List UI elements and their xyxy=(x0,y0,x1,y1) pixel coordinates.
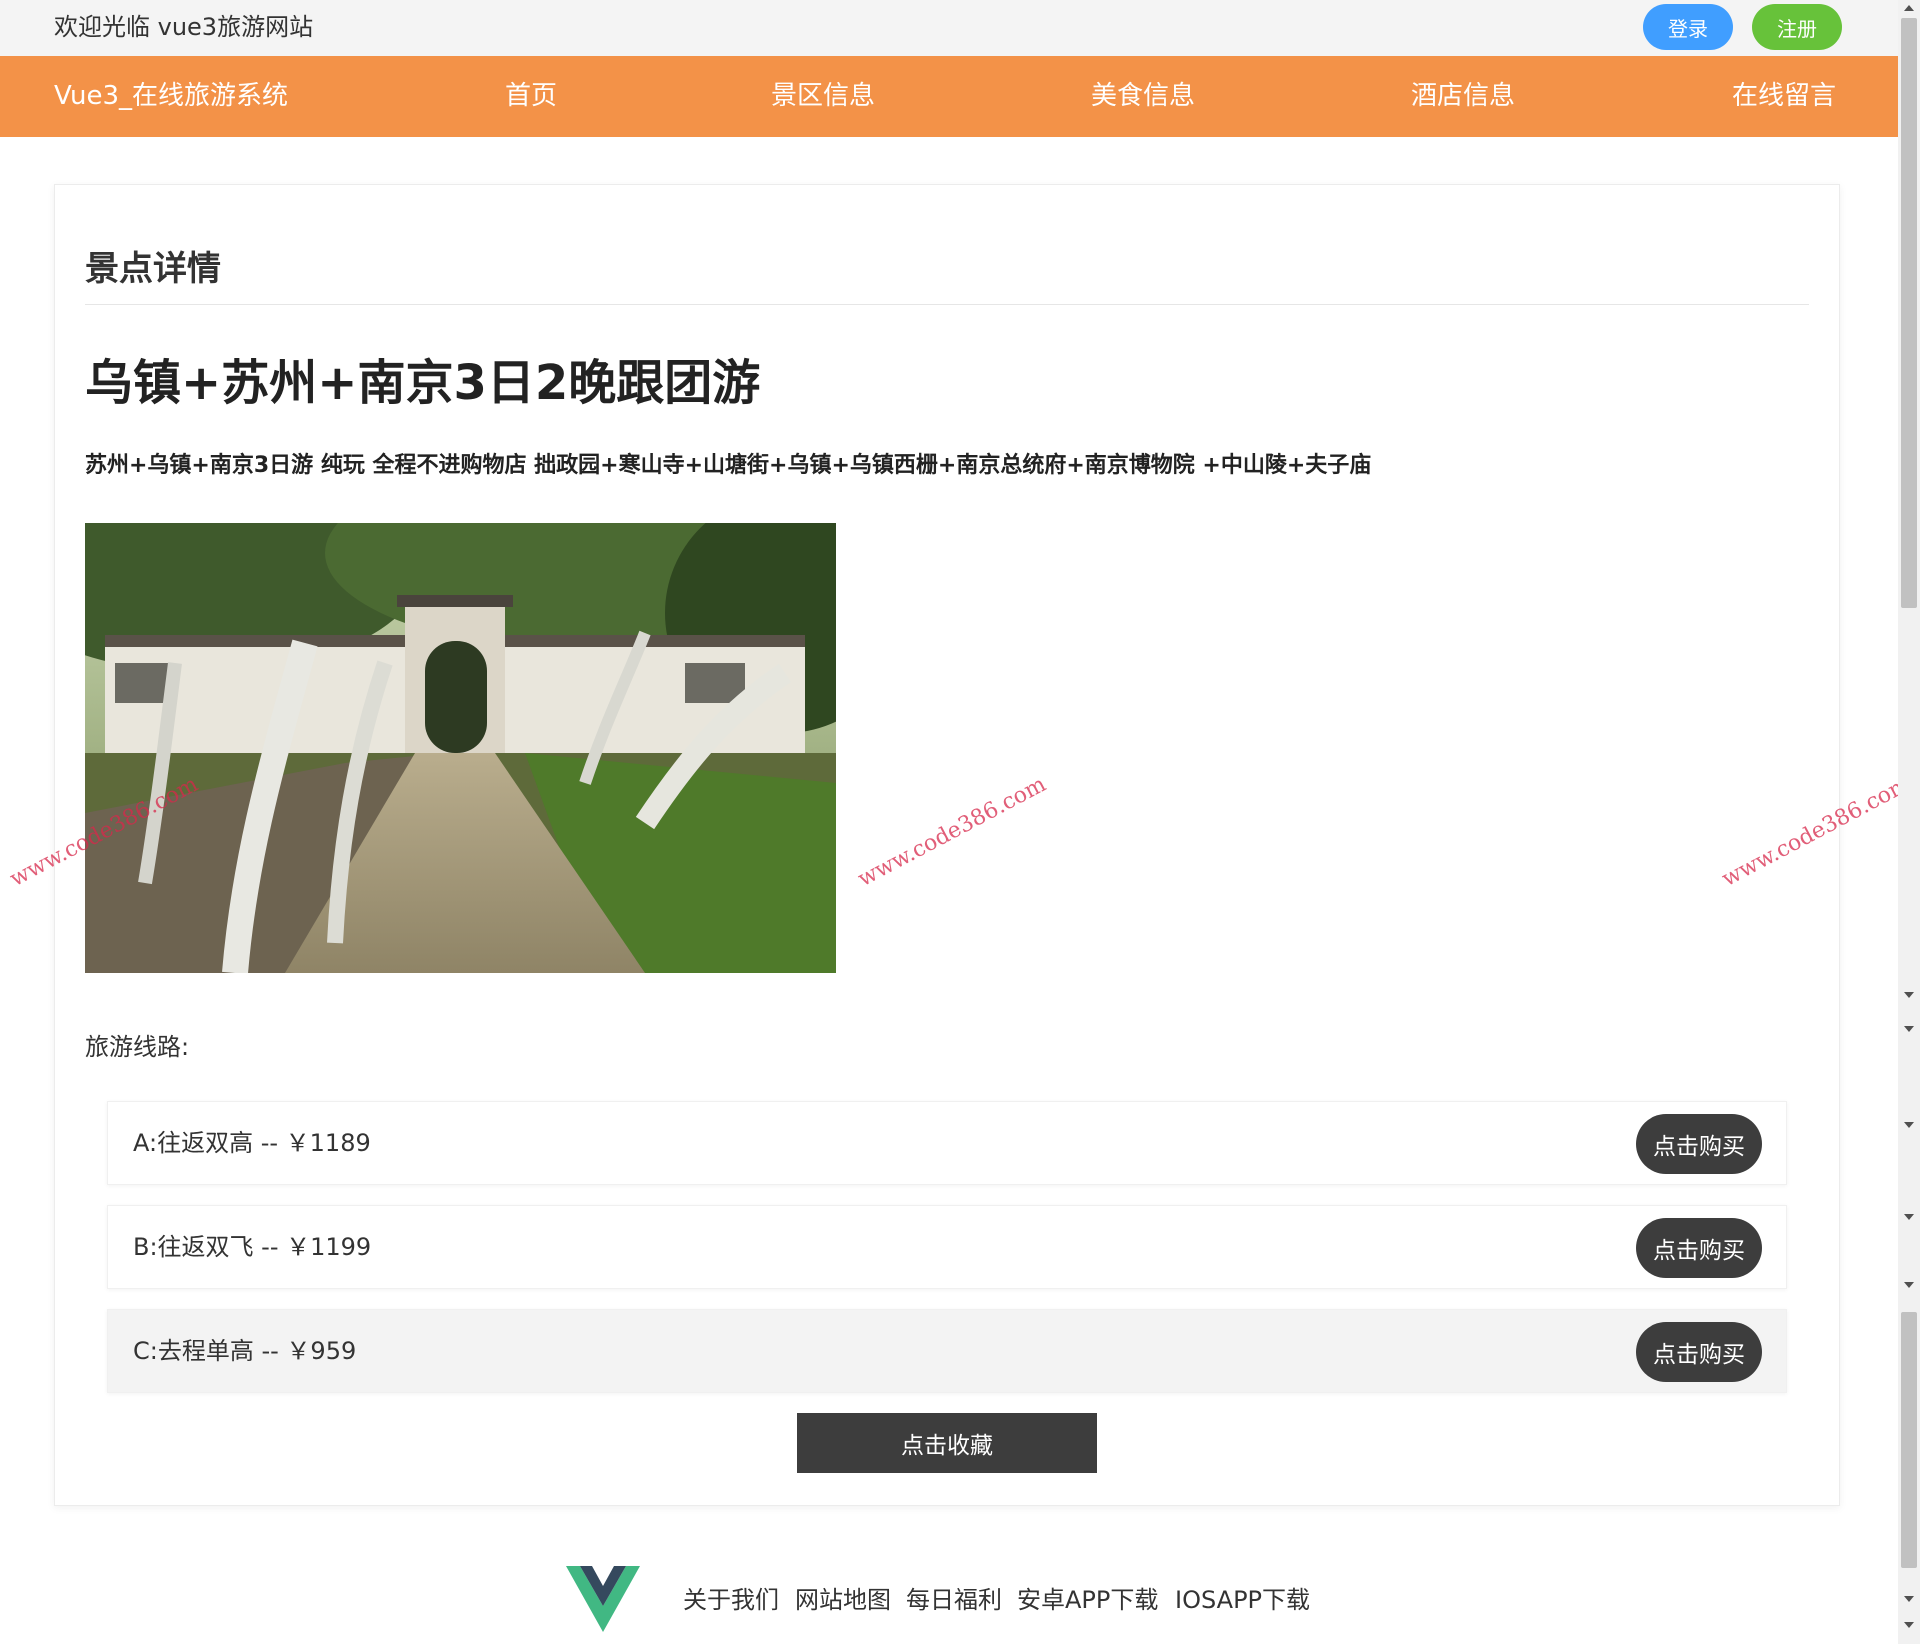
spot-title: 乌镇+苏州+南京3日2晚跟团游 xyxy=(85,355,761,411)
nav-item-scenic[interactable]: 景区信息 xyxy=(771,78,875,114)
section-title: 景点详情 xyxy=(85,249,221,289)
route-row-a: A:往返双高 -- ￥1189 点击购买 xyxy=(107,1101,1787,1185)
main-nav: Vue3_在线旅游系统 首页 景区信息 美食信息 酒店信息 在线留言 xyxy=(0,56,1898,137)
chevron-down-icon xyxy=(1904,1214,1914,1220)
scroll-thumb-secondary[interactable] xyxy=(1901,1312,1917,1568)
scroll-thumb[interactable] xyxy=(1901,18,1917,608)
buy-button-b[interactable]: 点击购买 xyxy=(1636,1218,1762,1278)
page-scrollbar[interactable] xyxy=(1898,0,1920,1644)
divider xyxy=(85,304,1809,305)
nav-item-food[interactable]: 美食信息 xyxy=(1091,78,1195,114)
scroll-down-icon[interactable] xyxy=(1904,1622,1914,1628)
route-row-b: B:往返双飞 -- ￥1199 点击购买 xyxy=(107,1205,1787,1289)
chevron-down-icon xyxy=(1904,992,1914,998)
route-label: 旅游线路: xyxy=(85,1033,190,1061)
buy-button-a[interactable]: 点击购买 xyxy=(1636,1114,1762,1174)
vue-logo-icon xyxy=(566,1566,640,1636)
route-text: A:往返双高 -- ￥1189 xyxy=(133,1129,371,1157)
scroll-down-icon[interactable] xyxy=(1904,1596,1914,1602)
chevron-down-icon xyxy=(1904,1282,1914,1288)
nav-item-hotel[interactable]: 酒店信息 xyxy=(1411,78,1515,114)
footer-link-ios[interactable]: IOSAPP下载 xyxy=(1175,1580,1310,1615)
footer-link-welfare[interactable]: 每日福利 xyxy=(906,1580,1002,1615)
favorite-button[interactable]: 点击收藏 xyxy=(797,1413,1097,1473)
chevron-down-icon xyxy=(1904,1122,1914,1128)
footer: 关于我们 网站地图 每日福利 安卓APP下载 IOSAPP下载 xyxy=(0,1556,1898,1644)
spot-photo xyxy=(85,523,836,973)
register-button[interactable]: 注册 xyxy=(1752,4,1842,50)
spot-description: 苏州+乌镇+南京3日游 纯玩 全程不进购物店 拙政园+寒山寺+山塘街+乌镇+乌镇… xyxy=(85,453,1372,478)
login-button[interactable]: 登录 xyxy=(1643,4,1733,50)
nav-item-message[interactable]: 在线留言 xyxy=(1732,78,1836,114)
site-brand[interactable]: Vue3_在线旅游系统 xyxy=(54,78,288,114)
route-row-c: C:去程单高 -- ￥959 点击购买 xyxy=(107,1309,1787,1393)
route-text: C:去程单高 -- ￥959 xyxy=(133,1337,357,1365)
detail-card: 景点详情 乌镇+苏州+南京3日2晚跟团游 苏州+乌镇+南京3日游 纯玩 全程不进… xyxy=(54,184,1840,1506)
welcome-text: 欢迎光临 vue3旅游网站 xyxy=(54,13,314,41)
buy-button-c[interactable]: 点击购买 xyxy=(1636,1322,1762,1382)
footer-link-android[interactable]: 安卓APP下载 xyxy=(1017,1580,1158,1615)
top-bar: 欢迎光临 vue3旅游网站 登录 注册 xyxy=(0,0,1898,56)
chevron-down-icon xyxy=(1904,1026,1914,1032)
nav-item-home[interactable]: 首页 xyxy=(505,78,557,114)
scroll-up-icon[interactable] xyxy=(1904,5,1914,11)
footer-link-sitemap[interactable]: 网站地图 xyxy=(795,1580,891,1615)
route-text: B:往返双飞 -- ￥1199 xyxy=(133,1233,372,1261)
footer-link-about[interactable]: 关于我们 xyxy=(683,1580,779,1615)
